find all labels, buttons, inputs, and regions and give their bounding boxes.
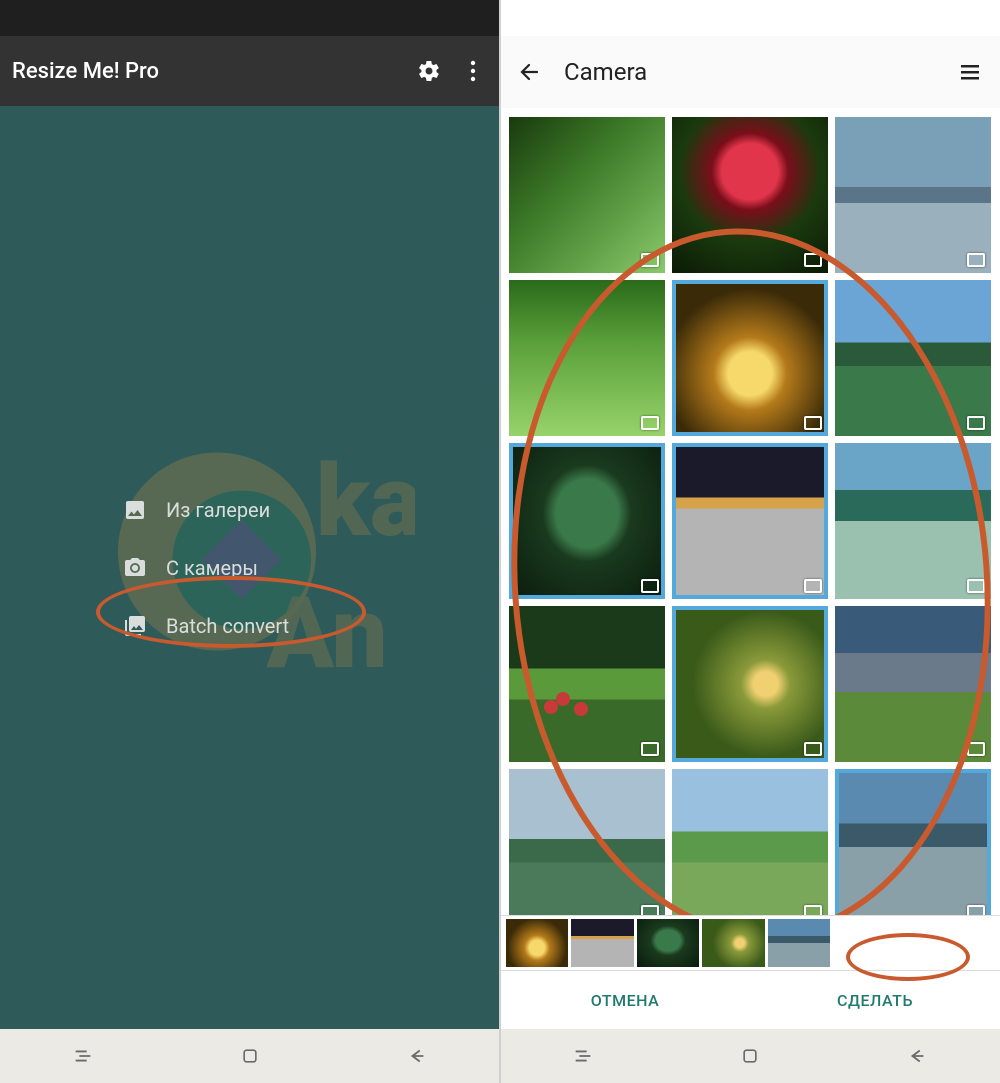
crop-badge-icon [804,905,822,915]
image-thumb[interactable] [835,769,991,915]
selection-strip[interactable] [500,915,1000,971]
nav-back-button[interactable] [905,1044,929,1068]
crop-badge-icon [641,905,659,915]
image-thumb[interactable] [672,280,828,436]
crop-badge-icon [641,416,659,430]
picker-title: Camera [564,58,936,86]
back-icon [906,1045,928,1067]
selected-thumb[interactable] [506,919,568,967]
status-bar [0,0,500,36]
menu-label: Batch convert [166,614,289,638]
crop-badge-icon [641,742,659,756]
image-thumb[interactable] [672,443,828,599]
recents-icon [572,1045,594,1067]
left-content: ka An Из галереи С камеры [0,106,500,1029]
image-icon [122,497,148,523]
cancel-button[interactable]: ОТМЕНА [500,971,750,1029]
arrow-left-icon [518,60,542,84]
menu-item-from-camera[interactable]: С камеры [100,539,400,597]
menu-label: С камеры [166,556,258,580]
crop-badge-icon [804,579,822,593]
nav-back-button[interactable] [405,1044,429,1068]
crop-badge-icon [641,253,659,267]
kebab-icon [470,60,476,82]
crop-badge-icon [804,742,822,756]
image-thumb[interactable] [835,443,991,599]
image-thumb[interactable] [509,769,665,915]
left-screen: Resize Me! Pro ka An [0,0,500,1083]
image-thumb[interactable] [509,280,665,436]
crop-badge-icon [967,742,985,756]
menu-item-batch-convert[interactable]: Batch convert [100,597,400,655]
camera-icon [122,555,148,581]
main-menu: Из галереи С камеры Batch convert [100,481,400,655]
menu-item-from-gallery[interactable]: Из галереи [100,481,400,539]
nav-home-button[interactable] [738,1044,762,1068]
selected-thumb[interactable] [571,919,633,967]
crop-badge-icon [804,416,822,430]
image-thumb[interactable] [672,117,828,273]
selected-thumb[interactable] [637,919,699,967]
crop-badge-icon [967,253,985,267]
menu-label: Из галереи [166,498,270,522]
crop-badge-icon [641,579,659,593]
image-thumb[interactable] [672,769,828,915]
selected-thumb[interactable] [768,919,830,967]
android-navbar [500,1029,1000,1083]
image-grid[interactable] [509,117,991,915]
action-bar: ОТМЕНА СДЕЛАТЬ [500,971,1000,1029]
gear-icon [417,59,441,83]
image-thumb[interactable] [509,443,665,599]
right-screen: Camera ОТМЕНА СДЕЛАТЬ [500,0,1000,1083]
image-thumb[interactable] [672,606,828,762]
menu-button[interactable] [956,58,984,86]
home-icon [740,1046,760,1066]
image-grid-area [500,108,1000,915]
nav-recents-button[interactable] [571,1044,595,1068]
screens-divider [499,0,501,1083]
nav-recents-button[interactable] [71,1044,95,1068]
image-thumb[interactable] [835,606,991,762]
picker-header: Camera [500,36,1000,108]
hamburger-icon [958,60,982,84]
done-button[interactable]: СДЕЛАТЬ [750,971,1000,1029]
crop-badge-icon [967,416,985,430]
image-thumb[interactable] [509,606,665,762]
app-header: Resize Me! Pro [0,36,500,106]
recents-icon [72,1045,94,1067]
home-icon [240,1046,260,1066]
settings-button[interactable] [414,56,444,86]
collections-icon [122,613,148,639]
image-thumb[interactable] [835,280,991,436]
selected-thumb[interactable] [702,919,764,967]
image-thumb[interactable] [509,117,665,273]
status-bar [500,0,1000,36]
nav-home-button[interactable] [238,1044,262,1068]
android-navbar [0,1029,500,1083]
overflow-menu-button[interactable] [458,56,488,86]
image-thumb[interactable] [835,117,991,273]
back-button[interactable] [516,58,544,86]
crop-badge-icon [804,253,822,267]
back-icon [406,1045,428,1067]
crop-badge-icon [967,905,985,915]
crop-badge-icon [967,579,985,593]
app-title: Resize Me! Pro [12,59,400,84]
